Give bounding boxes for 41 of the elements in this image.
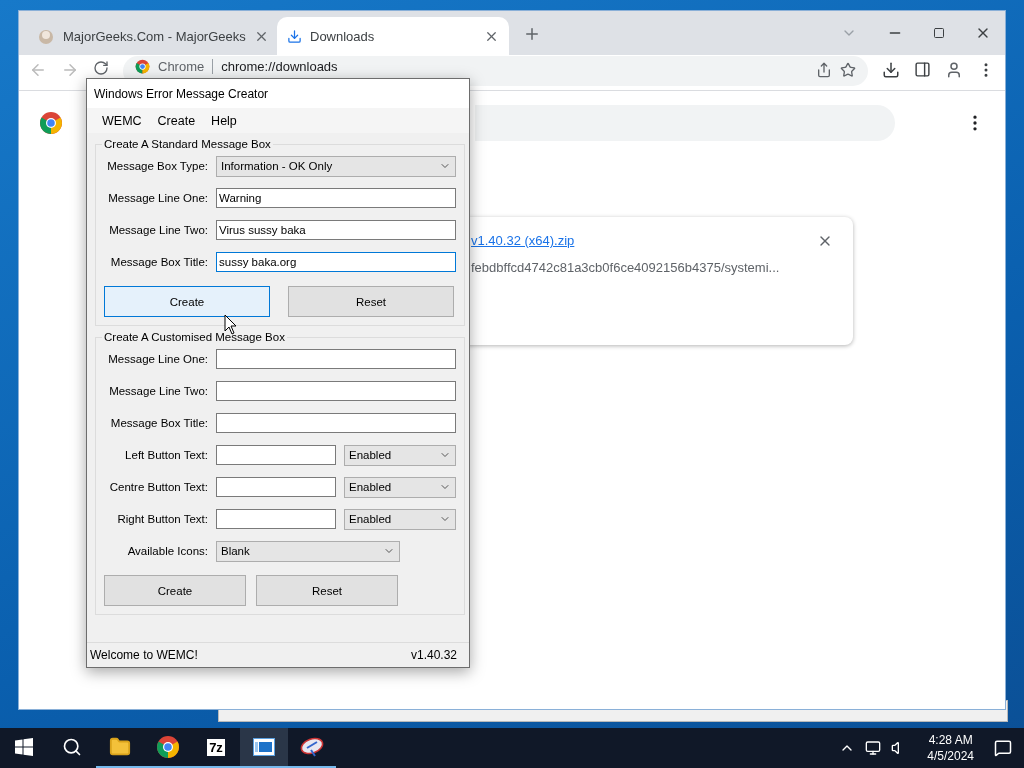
field-label: Message Line Two:	[108, 224, 208, 236]
dropdown[interactable]: Blank	[216, 540, 400, 562]
field-label: Right Button Text:	[116, 513, 208, 525]
button[interactable]: Create	[104, 575, 246, 606]
browser-tab[interactable]: MajorGeeks.Com - MajorGeeks	[27, 17, 277, 55]
field-label: Message Box Title:	[109, 417, 208, 429]
dropdown[interactable]: Enabled	[344, 444, 456, 466]
button[interactable]: Reset	[288, 286, 454, 317]
menu-item[interactable]: WEMC	[94, 113, 150, 128]
site-label: Chrome	[158, 59, 205, 74]
field-label: Message Line Two:	[108, 385, 208, 397]
window-title: Windows Error Message Creator	[87, 79, 469, 108]
field-label: Message Box Type:	[106, 160, 208, 172]
text-field[interactable]: sussy baka.org	[216, 252, 456, 272]
text-field[interactable]: Virus sussy baka	[216, 220, 456, 240]
dropdown[interactable]: Enabled	[344, 508, 456, 530]
tab-title: MajorGeeks.Com - MajorGeeks	[63, 28, 246, 44]
tab-title: Downloads	[310, 28, 376, 44]
field-label: Left Button Text:	[124, 449, 208, 461]
field-label: Message Line One:	[107, 192, 208, 204]
field-label: Centre Button Text:	[108, 481, 208, 493]
version-text: v1.40.32	[410, 648, 457, 662]
dropdown[interactable]: Enabled	[344, 476, 456, 498]
button[interactable]: Reset	[256, 575, 398, 606]
archive-app-icon[interactable]: 7z	[207, 738, 225, 756]
file-link[interactable]: v1.40.32 (x64).zip	[471, 233, 817, 248]
menu-item[interactable]: Create	[149, 113, 204, 128]
url-text: chrome://downloads	[212, 59, 338, 74]
text-field[interactable]: Warning	[216, 188, 456, 208]
field-label: Message Box Title:	[109, 256, 208, 268]
browser-tab[interactable]: Downloads	[277, 17, 509, 55]
group-title: Create A Customised Message Box	[103, 331, 286, 343]
source-url: febdbffcd4742c81a3cb0f6ce4092156b4375/systemi...	[471, 260, 781, 275]
field-label: Message Line One:	[107, 353, 208, 365]
status-message: Welcome to WEMC!	[90, 648, 198, 662]
menu-item[interactable]: Help	[203, 113, 245, 128]
group-title: Create A Standard Message Box	[103, 138, 272, 150]
clock[interactable]: 4:28 AM 4/5/2024	[917, 732, 984, 764]
field-label: Available Icons:	[126, 545, 208, 557]
dropdown[interactable]: Information - OK Only	[216, 155, 456, 177]
button[interactable]: Create	[104, 286, 270, 317]
